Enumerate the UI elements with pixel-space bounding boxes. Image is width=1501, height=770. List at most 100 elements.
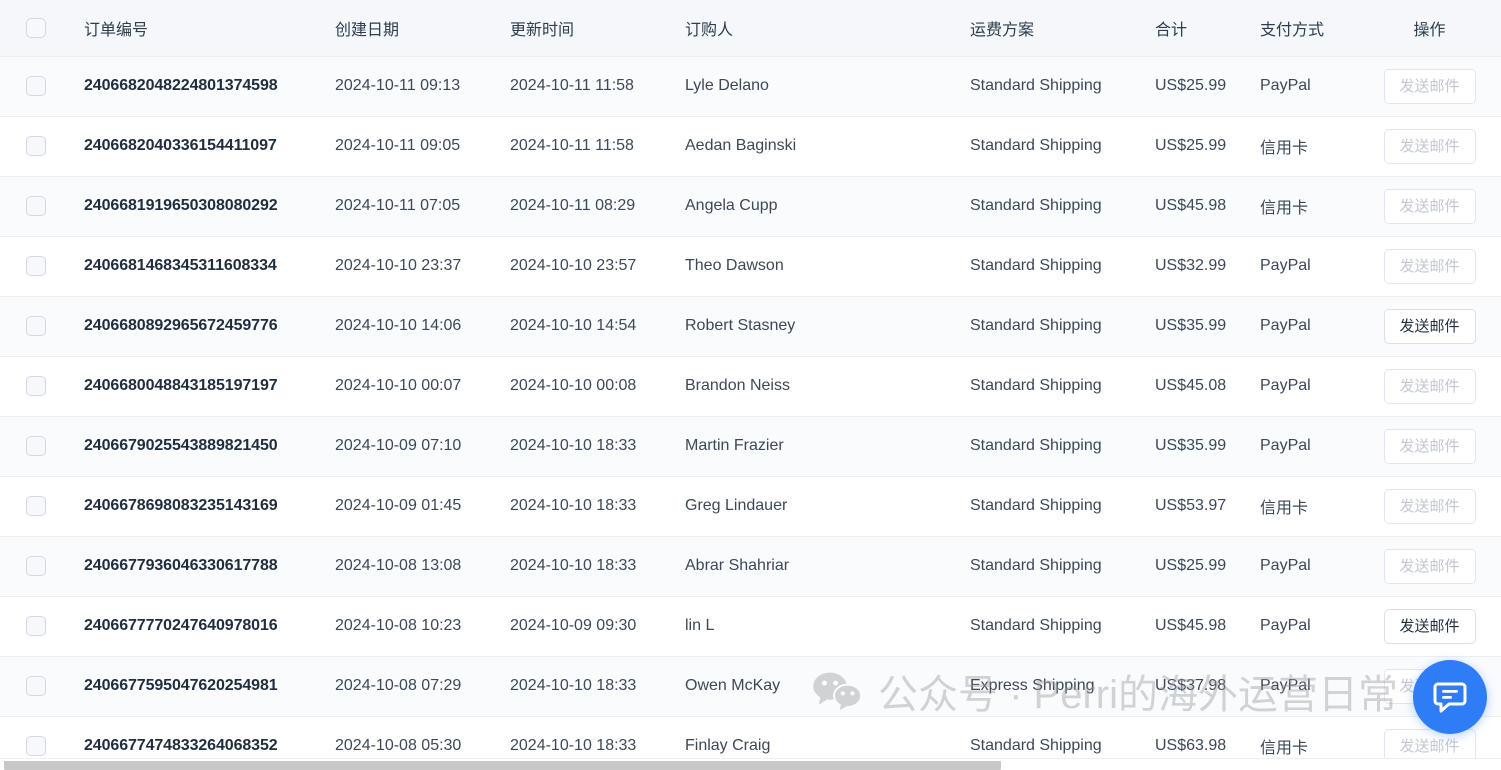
buyer-name-cell: Finlay Craig [685,716,970,758]
total-amount-cell: US$25.99 [1155,116,1260,177]
table-row[interactable]: 2406682048224801374598 2024-10-11 09:13 20… [0,56,1501,117]
row-checkbox[interactable] [26,556,46,576]
send-mail-button: 发送邮件 [1383,188,1476,224]
table-row[interactable]: 2406679025543889821450 2024-10-09 07:10 20… [0,416,1501,477]
total-amount-cell: US$45.98 [1155,176,1260,237]
update-time-cell: 2024-10-11 11:58 [510,116,685,177]
horizontal-scrollbar-thumb[interactable] [4,761,1001,770]
shipping-plan-cell: Standard Shipping [970,476,1155,537]
table-row[interactable]: 2406682040336154411097 2024-10-11 09:05 20… [0,116,1501,177]
table-row[interactable]: 2406681919650308080292 2024-10-11 07:05 20… [0,176,1501,237]
order-number-cell[interactable]: 2406680892965672459776 [80,296,335,357]
update-time-cell: 2024-10-09 09:30 [510,596,685,657]
update-time-cell: 2024-10-10 23:57 [510,236,685,297]
send-mail-button[interactable]: 发送邮件 [1383,608,1476,644]
create-date-cell: 2024-10-08 07:29 [335,656,510,717]
payment-method-cell: PayPal [1260,236,1358,297]
select-all-checkbox[interactable] [26,17,46,38]
buyer-name-cell: Lyle Delano [685,56,970,117]
column-header-create-date[interactable]: 创建日期 [335,0,510,57]
payment-method-cell: 信用卡 [1260,716,1358,758]
table-row[interactable]: 2406680048843185197197 2024-10-10 00:07 20… [0,356,1501,417]
action-cell: 发送邮件 [1358,536,1501,597]
action-cell: 发送邮件 [1358,236,1501,297]
order-number-cell[interactable]: 2406682048224801374598 [80,56,335,117]
create-date-cell: 2024-10-11 07:05 [335,176,510,237]
send-mail-button: 发送邮件 [1383,248,1476,284]
row-select-cell [0,56,80,117]
table-row[interactable]: 2406678698083235143169 2024-10-09 01:45 20… [0,476,1501,537]
order-number-cell[interactable]: 2406677770247640978016 [80,596,335,657]
column-header-payment[interactable]: 支付方式 [1260,0,1358,57]
column-header-action: 操作 [1358,0,1501,57]
send-mail-button[interactable]: 发送邮件 [1383,308,1476,344]
table-row[interactable]: 2406677936046330617788 2024-10-08 13:08 20… [0,536,1501,597]
row-checkbox[interactable] [26,316,46,336]
table-row[interactable]: 2406681468345311608334 2024-10-10 23:37 20… [0,236,1501,297]
total-amount-cell: US$45.08 [1155,356,1260,417]
order-list-page: 订单编号 创建日期 更新时间 订购人 运费方案 合计 支付方式 操作 24066… [0,0,1501,770]
update-time-cell: 2024-10-10 14:54 [510,296,685,357]
column-header-buyer[interactable]: 订购人 [685,0,970,57]
column-header-order-number[interactable]: 订单编号 [80,0,335,57]
order-number-cell[interactable]: 2406679025543889821450 [80,416,335,477]
update-time-cell: 2024-10-10 18:33 [510,536,685,597]
row-select-cell [0,476,80,537]
row-checkbox[interactable] [26,736,46,756]
create-date-cell: 2024-10-10 00:07 [335,356,510,417]
row-checkbox[interactable] [26,136,46,156]
action-cell: 发送邮件 [1358,296,1501,357]
table-row[interactable]: 2406677770247640978016 2024-10-08 10:23 20… [0,596,1501,657]
shipping-plan-cell: Standard Shipping [970,356,1155,417]
order-table-viewport[interactable]: 订单编号 创建日期 更新时间 订购人 运费方案 合计 支付方式 操作 24066… [0,0,1501,758]
payment-method-cell: 信用卡 [1260,176,1358,237]
order-number-cell[interactable]: 2406677595047620254981 [80,656,335,717]
total-amount-cell: US$32.99 [1155,236,1260,297]
shipping-plan-cell: Standard Shipping [970,116,1155,177]
order-table: 订单编号 创建日期 更新时间 订购人 运费方案 合计 支付方式 操作 24066… [0,0,1501,758]
row-checkbox[interactable] [26,76,46,96]
column-header-total[interactable]: 合计 [1155,0,1260,57]
create-date-cell: 2024-10-10 23:37 [335,236,510,297]
table-row[interactable]: 2406677474833264068352 2024-10-08 05:30 20… [0,716,1501,758]
table-row[interactable]: 2406680892965672459776 2024-10-10 14:06 20… [0,296,1501,357]
order-number-cell[interactable]: 2406677936046330617788 [80,536,335,597]
order-number-cell[interactable]: 2406677474833264068352 [80,716,335,758]
buyer-name-cell: Robert Stasney [685,296,970,357]
shipping-plan-cell: Standard Shipping [970,416,1155,477]
horizontal-scrollbar-track[interactable] [0,758,1501,770]
total-amount-cell: US$35.99 [1155,296,1260,357]
row-checkbox[interactable] [26,436,46,456]
action-cell: 发送邮件 [1358,56,1501,117]
order-number-cell[interactable]: 2406681468345311608334 [80,236,335,297]
order-number-cell[interactable]: 2406682040336154411097 [80,116,335,177]
shipping-plan-cell: Standard Shipping [970,596,1155,657]
column-header-update-time[interactable]: 更新时间 [510,0,685,57]
row-checkbox[interactable] [26,676,46,696]
floating-chat-button[interactable] [1413,660,1487,734]
row-checkbox[interactable] [26,196,46,216]
payment-method-cell: 信用卡 [1260,116,1358,177]
update-time-cell: 2024-10-10 00:08 [510,356,685,417]
order-number-cell[interactable]: 2406678698083235143169 [80,476,335,537]
payment-method-cell: PayPal [1260,536,1358,597]
shipping-plan-cell: Standard Shipping [970,536,1155,597]
payment-method-cell: PayPal [1260,596,1358,657]
row-checkbox[interactable] [26,616,46,636]
row-checkbox[interactable] [26,496,46,516]
table-header: 订单编号 创建日期 更新时间 订购人 运费方案 合计 支付方式 操作 [0,0,1501,57]
update-time-cell: 2024-10-11 11:58 [510,56,685,117]
shipping-plan-cell: Standard Shipping [970,716,1155,758]
column-header-shipping-plan[interactable]: 运费方案 [970,0,1155,57]
table-row[interactable]: 2406677595047620254981 2024-10-08 07:29 20… [0,656,1501,717]
buyer-name-cell: Greg Lindauer [685,476,970,537]
shipping-plan-cell: Express Shipping [970,656,1155,717]
row-checkbox[interactable] [26,376,46,396]
action-cell: 发送邮件 [1358,356,1501,417]
row-checkbox[interactable] [26,256,46,276]
total-amount-cell: US$25.99 [1155,536,1260,597]
create-date-cell: 2024-10-08 05:30 [335,716,510,758]
action-cell: 发送邮件 [1358,416,1501,477]
order-number-cell[interactable]: 2406681919650308080292 [80,176,335,237]
order-number-cell[interactable]: 2406680048843185197197 [80,356,335,417]
